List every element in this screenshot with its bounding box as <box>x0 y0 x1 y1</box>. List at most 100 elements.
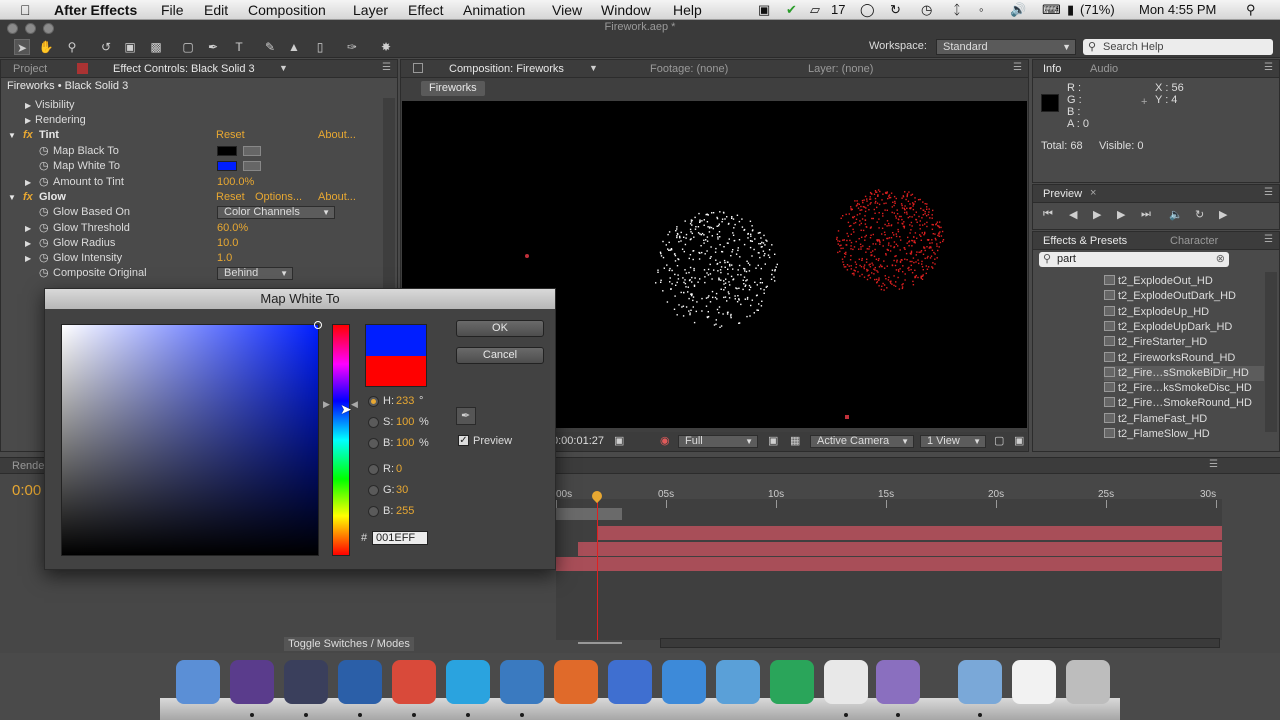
eye-icon[interactable]: ◯ <box>860 1 875 19</box>
brightness-value[interactable]: 100 <box>396 437 414 449</box>
preset-item[interactable]: t2_FlameSlow_HD <box>1104 427 1264 442</box>
last-frame-icon[interactable]: ⏭ <box>1141 208 1151 221</box>
preset-item[interactable]: t2_FireStarter_HD <box>1104 335 1264 350</box>
workspace-select[interactable]: Standard ▼ <box>936 39 1076 55</box>
puppet-pin-tool-icon[interactable]: ✸ <box>378 39 394 55</box>
glow-about-link[interactable]: About... <box>318 190 356 205</box>
adobe-icon[interactable]: ▱ <box>810 1 820 19</box>
tab-info[interactable]: Info <box>1043 62 1061 76</box>
stopwatch-icon[interactable]: ◷ <box>39 236 49 251</box>
scrollbar[interactable] <box>1265 272 1277 432</box>
sync-icon[interactable]: ↻ <box>890 1 901 19</box>
glow-intensity-value[interactable]: 1.0 <box>217 251 232 266</box>
work-area-bar[interactable] <box>556 508 622 520</box>
pen-tool-icon[interactable]: ✒ <box>205 39 221 55</box>
tint-reset-link[interactable]: Reset <box>216 128 245 143</box>
hue-slider-right-arrow-icon[interactable]: ◀ <box>351 399 358 410</box>
fx-icon[interactable]: fx <box>23 190 33 205</box>
panel-menu-icon[interactable]: ☰ <box>1209 459 1218 470</box>
panel-menu-icon[interactable]: ☰ <box>1264 187 1273 198</box>
dock-documents-icon[interactable] <box>1012 660 1056 704</box>
expand-arrow-icon[interactable]: ▶ <box>25 236 31 251</box>
apple-icon[interactable]:  <box>20 1 31 19</box>
collapse-arrow-icon[interactable]: ▼ <box>8 190 16 205</box>
expand-arrow-icon[interactable]: ▶ <box>25 98 31 113</box>
horizontal-scrollbar[interactable] <box>660 638 1220 648</box>
lock-icon[interactable] <box>77 63 88 74</box>
glow-effect-row[interactable]: ▼ fx Glow Reset Options... About... <box>1 190 381 205</box>
snapshot-icon[interactable]: ▣ <box>614 434 624 447</box>
fx-icon[interactable]: fx <box>23 128 33 143</box>
amount-to-tint-value[interactable]: 100.0% <box>217 175 254 190</box>
chevron-down-icon[interactable]: ▼ <box>589 63 598 73</box>
hue-slider-left-arrow-icon[interactable]: ▶ <box>323 399 330 410</box>
transparency-grid-icon[interactable]: ▦ <box>790 434 800 447</box>
tab-project[interactable]: Project <box>13 62 47 76</box>
tab-preview[interactable]: Preview <box>1043 187 1082 201</box>
stopwatch-icon[interactable]: ◷ <box>39 251 49 266</box>
menu-window[interactable]: Window <box>601 1 651 19</box>
dock-preview-icon[interactable] <box>716 660 760 704</box>
app-menu[interactable]: After Effects <box>54 1 137 19</box>
panel-menu-icon[interactable]: ☰ <box>1013 62 1022 73</box>
dock-wunderlist-icon[interactable] <box>662 660 706 704</box>
menu-view[interactable]: View <box>552 1 582 19</box>
zoom-slider[interactable] <box>578 642 622 644</box>
map-black-swatch[interactable] <box>217 146 237 156</box>
blue-value[interactable]: 255 <box>396 505 414 517</box>
dock-textedit-icon[interactable] <box>824 660 868 704</box>
stopwatch-icon[interactable]: ◷ <box>39 159 49 174</box>
menu-file[interactable]: File <box>161 1 184 19</box>
loop-icon[interactable]: ↻ <box>1195 208 1204 221</box>
dock-folder-icon[interactable] <box>958 660 1002 704</box>
effects-search-field[interactable]: ⚲ part ⊗ <box>1039 252 1229 267</box>
dock-utorrent-icon[interactable] <box>770 660 814 704</box>
menu-composition[interactable]: Composition <box>248 1 326 19</box>
tab-audio[interactable]: Audio <box>1090 62 1118 76</box>
hue-value[interactable]: 233 <box>396 395 414 407</box>
tab-effects-presets[interactable]: Effects & Presets <box>1043 234 1127 248</box>
green-value[interactable]: 30 <box>396 484 408 496</box>
expand-arrow-icon[interactable]: ▶ <box>25 221 31 236</box>
dock-skype-icon[interactable] <box>446 660 490 704</box>
panel-menu-icon[interactable]: ☰ <box>382 62 391 73</box>
stopwatch-icon[interactable]: ◷ <box>39 144 49 159</box>
panel-menu-icon[interactable]: ☰ <box>1264 62 1273 73</box>
battery-icon[interactable]: ▮ <box>1067 1 1074 19</box>
dock-dvd-player-icon[interactable] <box>230 660 274 704</box>
dock-chrome-icon[interactable] <box>392 660 436 704</box>
layer-duration-bar[interactable] <box>578 542 1222 556</box>
brightness-radio[interactable] <box>368 438 379 449</box>
rendering-row[interactable]: ▶ Rendering <box>1 113 381 128</box>
bluetooth-icon[interactable]: ᛨ <box>953 1 961 19</box>
eyedropper-icon[interactable] <box>243 161 261 171</box>
preset-item[interactable]: t2_ExplodeUp_HD <box>1104 305 1264 320</box>
preview-checkbox[interactable]: ✓ <box>458 435 469 446</box>
ok-button[interactable]: OK <box>456 320 544 337</box>
dock-finder-icon[interactable] <box>176 660 220 704</box>
panel-menu-icon[interactable]: ☰ <box>1264 234 1273 245</box>
composite-original-dropdown[interactable]: Behind ▼ <box>217 267 293 280</box>
collapse-arrow-icon[interactable]: ▼ <box>8 128 16 143</box>
eyedropper-button[interactable]: ✒ <box>456 407 476 425</box>
map-white-swatch[interactable] <box>217 161 237 171</box>
original-color-preview[interactable] <box>365 356 427 387</box>
selection-tool-icon[interactable]: ➤ <box>14 39 30 55</box>
tab-layer[interactable]: Layer: (none) <box>808 62 873 76</box>
eyedropper-icon[interactable] <box>243 146 261 156</box>
stopwatch-icon[interactable]: ◷ <box>39 266 49 281</box>
expand-arrow-icon[interactable]: ▶ <box>25 175 31 190</box>
preset-item[interactable]: t2_Fire…ksSmokeDisc_HD <box>1104 381 1264 396</box>
tab-character[interactable]: Character <box>1170 234 1218 248</box>
saturation-value[interactable]: 100 <box>396 416 414 428</box>
glow-threshold-value[interactable]: 60.0% <box>217 221 248 236</box>
rectangle-tool-icon[interactable]: ▢ <box>180 39 196 55</box>
audio-icon[interactable]: 🔈 <box>1169 208 1183 221</box>
tab-effect-controls[interactable]: Effect Controls: Black Solid 3 <box>113 62 255 76</box>
camera-view-dropdown[interactable]: Active Camera ▼ <box>810 435 914 448</box>
glow-radius-value[interactable]: 10.0 <box>217 236 238 251</box>
dock-itunes-icon[interactable] <box>608 660 652 704</box>
spotlight-icon[interactable]: ⚲ <box>1246 1 1256 19</box>
tab-render-queue[interactable]: Rende <box>12 459 44 473</box>
dock-photo-booth-icon[interactable] <box>500 660 544 704</box>
